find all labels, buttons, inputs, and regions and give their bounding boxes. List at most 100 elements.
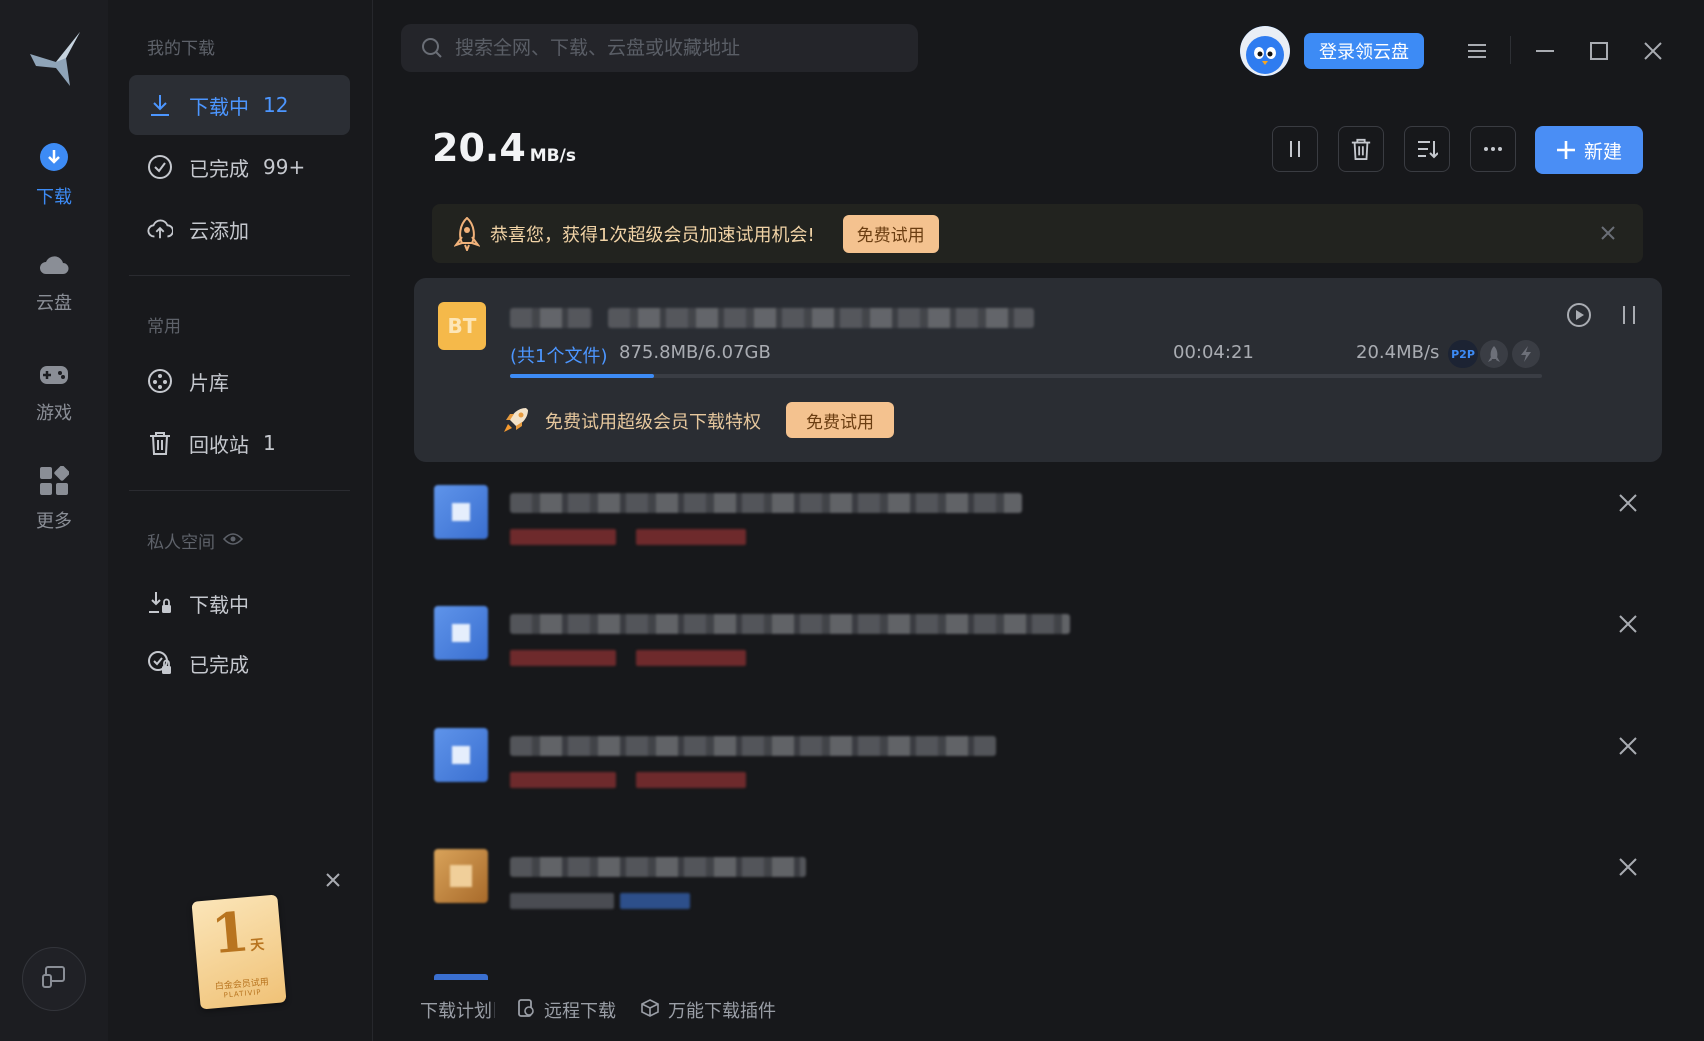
video-file-icon [434,606,488,660]
active-task-card[interactable]: BT (共1个文件) 875.8MB/6.07GB 00:04:21 20.4M… [414,278,1662,462]
remove-task-button[interactable] [1616,491,1640,515]
nav-item-label: 片库 [189,370,229,395]
vip-trial-button[interactable]: 免费试用 [786,402,894,438]
nav-item-label: 云添加 [189,218,249,243]
gamepad-icon [0,362,108,393]
remove-task-button[interactable] [1616,855,1640,879]
maximize-button[interactable] [1588,40,1610,62]
trash-icon [147,430,173,456]
download-plan-link[interactable]: 下载计划 [420,990,492,1030]
vip-privilege-text: 免费试用超级会员下载特权 [545,412,761,433]
close-vip-card-button[interactable] [322,869,344,891]
list-item[interactable] [414,475,1662,585]
nav-item-library[interactable]: 片库 [129,351,350,411]
pause-icon [1290,141,1300,157]
new-task-button[interactable]: 新建 [1535,126,1643,174]
remote-download-link[interactable]: 远程下载 [516,990,616,1030]
vip-trial-card[interactable]: 1天 白金会员试用 PLATIVIP [191,894,287,1010]
task-file-count[interactable]: (共1个文件) [510,342,608,368]
task-name-blurred [510,736,996,756]
promo-trial-button[interactable]: 免费试用 [842,214,939,253]
more-button[interactable] [1470,126,1516,172]
task-status-blurred [510,772,616,788]
close-window-button[interactable] [1642,40,1664,62]
download-plan-label: 下载计划 [420,1001,492,1022]
minimize-button[interactable] [1534,40,1556,62]
vip-card-number: 1 [208,899,252,967]
remove-task-button[interactable] [1616,612,1640,636]
task-name-blurred [510,493,1022,513]
nav-item-completed[interactable]: 已完成 99+ [129,137,350,197]
section-private: 私人空间 [147,528,244,553]
rail-game[interactable]: 游戏 [0,362,108,425]
new-task-label: 新建 [1583,140,1622,163]
check-lock-icon [147,650,173,676]
nav-item-count: 1 [263,431,276,455]
delete-button[interactable] [1338,126,1384,172]
partial-list-item [434,974,488,980]
nav-item-recycle[interactable]: 回收站 1 [129,413,350,473]
boost-badge[interactable] [1512,340,1540,368]
pause-icon [1623,306,1635,324]
login-button[interactable]: 登录领云盘 [1304,33,1424,69]
rocket-color-icon [502,404,532,434]
list-item[interactable] [414,718,1662,828]
search-box[interactable] [401,24,918,72]
list-item[interactable] [414,839,1662,949]
list-item[interactable] [414,596,1662,706]
menu-button[interactable] [1466,40,1488,62]
trash-icon [1351,138,1371,160]
plugin-link[interactable]: 万能下载插件 [640,990,776,1030]
nav-item-private-downloading[interactable]: 下载中 [129,573,350,633]
close-icon [326,873,340,887]
nav-item-label: 回收站 [189,432,249,457]
progress-fill [510,374,655,378]
rail-download[interactable]: 下载 [0,142,108,209]
remove-task-button[interactable] [1616,734,1640,758]
nav-item-count: 12 [263,93,289,117]
close-icon [1619,737,1637,755]
app-logo-icon [26,28,82,90]
section-private-label: 私人空间 [147,533,215,553]
sort-button[interactable] [1404,126,1450,172]
close-icon [1644,42,1662,60]
nav-item-label: 已完成 [189,156,249,181]
eye-icon[interactable] [222,531,244,551]
play-task-button[interactable] [1566,302,1592,328]
rail-more[interactable]: 更多 [0,465,108,533]
rocket-small-icon [1488,346,1500,362]
remote-download-label: 远程下载 [544,1001,616,1022]
check-circle-icon [147,154,173,180]
ellipsis-icon [1484,147,1502,151]
nav-item-cloud-add[interactable]: 云添加 [129,199,350,259]
download-arrow-icon [147,92,173,118]
hamburger-icon [1468,44,1486,58]
cloud-upload-icon [147,216,173,242]
left-rail: 下载 云盘 游戏 更多 [0,0,109,1041]
nav-item-private-completed[interactable]: 已完成 [129,633,350,693]
maximize-icon [1590,42,1608,60]
nav-panel: 我的下载 下载中 12 已完成 99+ 云添加 常用 片库 回收站 1 私人空间… [108,0,373,1041]
promo-text: 恭喜您，获得1次超级会员加速试用机会! [490,224,815,246]
nav-item-label: 下载中 [189,94,249,119]
header-divider [1510,36,1511,64]
device-switch-button[interactable] [22,947,86,1011]
task-name-blurred [510,857,806,877]
pause-all-button[interactable] [1272,126,1318,172]
nav-item-downloading[interactable]: 下载中 12 [129,75,350,135]
avatar[interactable] [1240,26,1290,76]
rail-game-label: 游戏 [36,403,72,424]
rail-cloud[interactable]: 云盘 [0,252,108,315]
speed-unit: MB/s [529,146,576,166]
pause-task-button[interactable] [1618,304,1640,326]
cube-icon [640,998,660,1023]
close-promo-button[interactable] [1599,224,1617,242]
search-input[interactable] [453,36,897,60]
accel-badge[interactable] [1480,340,1508,368]
bird-avatar-icon [1240,26,1290,76]
task-status-blurred [510,529,616,545]
bt-file-icon: BT [438,302,486,350]
p2p-badge: P2P [1448,340,1478,368]
task-name-blurred [510,308,592,328]
video-file-icon [434,728,488,782]
